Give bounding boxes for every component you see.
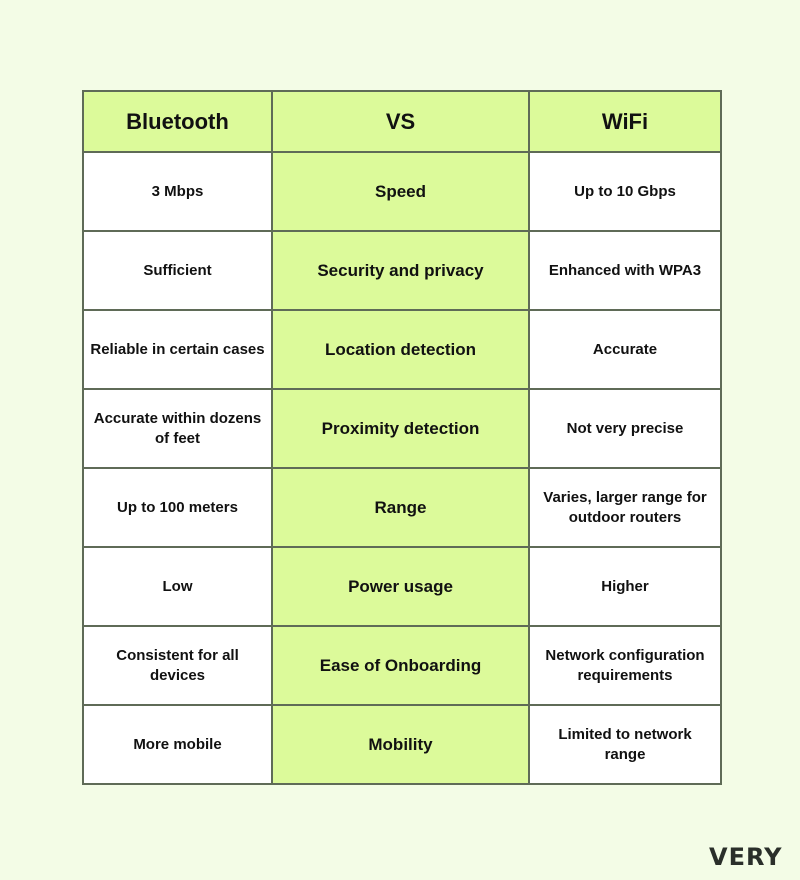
- feature-cell: Security and privacy: [271, 230, 530, 311]
- feature-cell: Ease of Onboarding: [271, 625, 530, 706]
- table-row: Reliable in certain cases Location detect…: [82, 309, 722, 390]
- very-logo: VERY: [709, 843, 783, 871]
- table-row: Up to 100 meters Range Varies, larger rang…: [82, 467, 722, 548]
- header-bluetooth: Bluetooth: [82, 90, 273, 153]
- table-row: 3 Mbps Speed Up to 10 Gbps: [82, 151, 722, 232]
- feature-cell: Speed: [271, 151, 530, 232]
- header-row: Bluetooth VS WiFi: [82, 90, 722, 153]
- comparison-table: Bluetooth VS WiFi 3 Mbps Speed Up to 10 Gb…: [82, 90, 722, 785]
- feature-cell: Mobility: [271, 704, 530, 785]
- table-row: Accurate within dozens of feet Proximity …: [82, 388, 722, 469]
- bluetooth-cell: Accurate within dozens of feet: [82, 388, 273, 469]
- bluetooth-cell: More mobile: [82, 704, 273, 785]
- bluetooth-cell: Sufficient: [82, 230, 273, 311]
- bluetooth-cell: Consistent for all devices: [82, 625, 273, 706]
- wifi-cell: Network configuration requirements: [528, 625, 722, 706]
- feature-cell: Range: [271, 467, 530, 548]
- wifi-cell: Up to 10 Gbps: [528, 151, 722, 232]
- feature-cell: Proximity detection: [271, 388, 530, 469]
- table-row: Sufficient Security and privacy Enhanced w…: [82, 230, 722, 311]
- header-vs: VS: [271, 90, 530, 153]
- bluetooth-cell: Up to 100 meters: [82, 467, 273, 548]
- wifi-cell: Limited to network range: [528, 704, 722, 785]
- feature-cell: Power usage: [271, 546, 530, 627]
- table-row: More mobile Mobility Limited to network ra…: [82, 704, 722, 785]
- table-row: Low Power usage Higher: [82, 546, 722, 627]
- wifi-cell: Enhanced with WPA3: [528, 230, 722, 311]
- bluetooth-cell: Low: [82, 546, 273, 627]
- bluetooth-cell: Reliable in certain cases: [82, 309, 273, 390]
- wifi-cell: Varies, larger range for outdoor routers: [528, 467, 722, 548]
- wifi-cell: Higher: [528, 546, 722, 627]
- wifi-cell: Not very precise: [528, 388, 722, 469]
- table-row: Consistent for all devices Ease of Onboar…: [82, 625, 722, 706]
- header-wifi: WiFi: [528, 90, 722, 153]
- bluetooth-cell: 3 Mbps: [82, 151, 273, 232]
- feature-cell: Location detection: [271, 309, 530, 390]
- wifi-cell: Accurate: [528, 309, 722, 390]
